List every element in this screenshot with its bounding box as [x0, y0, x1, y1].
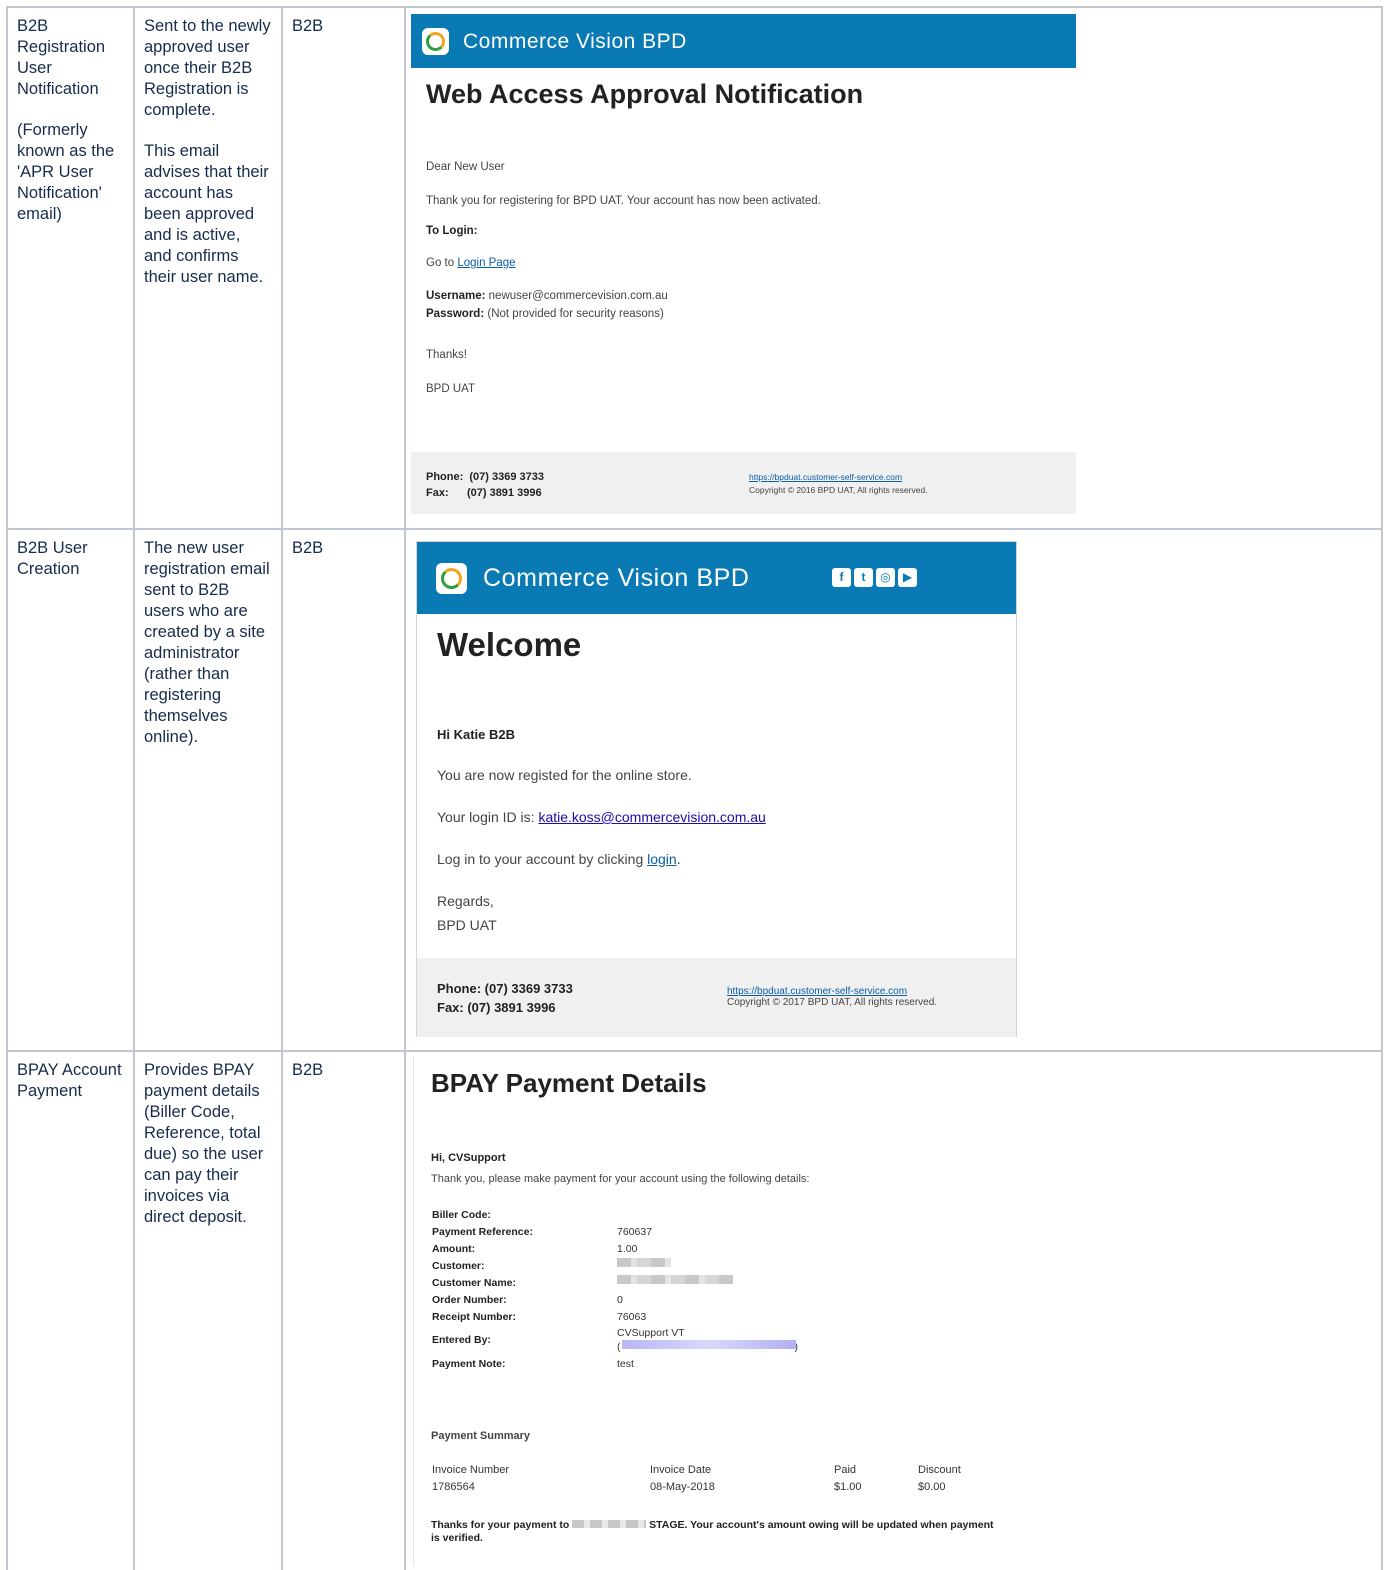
email-footer: Phone: (07) 3369 3733 Fax: (07) 3891 399…: [417, 958, 1016, 1037]
to-login-heading: To Login:: [426, 225, 478, 237]
table-row: B2B Registration User Notification (Form…: [6, 6, 1383, 530]
email-preview-cell: BPAY Payment Details Hi, CVSupport Thank…: [404, 1050, 1383, 1570]
footer-copyright: Copyright © 2017 BPD UAT, All rights res…: [727, 997, 938, 1008]
footer-phone: Phone: (07) 3369 3733: [437, 981, 573, 996]
username-value: newuser@commercevision.com.au: [488, 290, 668, 302]
username-label: Username:: [426, 290, 486, 302]
instagram-icon[interactable]: ◎: [876, 568, 895, 587]
email-templates-table: B2B Registration User Notification (Form…: [6, 6, 1383, 1570]
go-to-text: Go to: [426, 257, 455, 269]
table-cell: 1786564: [432, 1481, 475, 1493]
template-name-cell: B2B Registration User Notification (Form…: [6, 6, 135, 530]
password-row: Password: (Not provided for security rea…: [426, 304, 664, 325]
template-description: The new user registration email sent to …: [144, 539, 270, 746]
payment-summary-title: Payment Summary: [431, 1430, 531, 1442]
template-name: B2B Registration User Notification: [17, 17, 106, 98]
field-label: Entered By:: [432, 1334, 491, 1346]
login-link[interactable]: login: [647, 851, 677, 867]
redacted-value: [572, 1520, 647, 1528]
registered-line: You are now registed for the online stor…: [437, 767, 692, 783]
template-description-2: This email advises that their account ha…: [144, 142, 269, 286]
password-label: Password:: [426, 308, 485, 320]
approval-email-preview: Commerce Vision BPD Web Access Approval …: [411, 14, 1076, 514]
template-description-cell: Sent to the newly approved user once the…: [133, 6, 283, 530]
email-preview-cell: Commerce Vision BPD f t ◎ ▶ Welcome Hi K…: [404, 528, 1383, 1052]
login-id-link[interactable]: katie.koss@commercevision.com.au: [538, 809, 765, 825]
template-type: B2B: [281, 6, 406, 530]
email-intro: Thank you, please make payment for your …: [431, 1173, 810, 1185]
redacted-value: [617, 1258, 671, 1267]
login-prompt: Log in to your account by clicking: [437, 851, 644, 867]
email-preview-cell: Commerce Vision BPD Web Access Approval …: [404, 6, 1383, 530]
brand-name: Commerce Vision BPD: [483, 563, 750, 592]
twitter-icon[interactable]: t: [854, 568, 873, 587]
email-signature: BPD UAT: [426, 383, 475, 395]
login-id-label: Your login ID is:: [437, 809, 535, 825]
template-description-cell: Provides BPAY payment details (Biller Co…: [133, 1050, 283, 1570]
table-cell: $0.00: [918, 1481, 946, 1493]
email-header: Commerce Vision BPD f t ◎ ▶: [417, 542, 1016, 614]
footer-fax: Fax: (07) 3891 3996: [437, 1000, 556, 1015]
email-title: Web Access Approval Notification: [426, 79, 864, 109]
email-greeting: Dear New User: [426, 161, 505, 173]
brand-logo-icon: [436, 562, 467, 594]
template-description-cell: The new user registration email sent to …: [133, 528, 283, 1052]
footer-phone: Phone: (07) 3369 3733: [426, 471, 545, 483]
redacted-value: [622, 1340, 796, 1349]
email-greeting: Hi, CVSupport: [431, 1152, 506, 1164]
template-name-note: (Formerly known as the 'APR User Notific…: [17, 121, 115, 223]
email-signoff: Thanks!: [426, 349, 467, 361]
payment-footer-note: Thanks for your payment to STAGE. Your a…: [431, 1519, 1041, 1545]
login-page-link[interactable]: Login Page: [457, 257, 515, 269]
welcome-email-preview: Commerce Vision BPD f t ◎ ▶ Welcome Hi K…: [416, 541, 1017, 1037]
template-name: B2B User Creation: [17, 539, 88, 578]
table-cell: $1.00: [834, 1481, 862, 1493]
brand-logo-icon: [422, 27, 449, 55]
template-type: B2B: [281, 1050, 406, 1570]
template-name-cell: BPAY Account Payment: [6, 1050, 135, 1570]
template-description: Sent to the newly approved user once the…: [144, 17, 271, 119]
field-label: Payment Note:: [432, 1358, 506, 1370]
template-name-cell: B2B User Creation: [6, 528, 135, 1052]
footer-fax: Fax: (07) 3891 3996: [426, 487, 542, 499]
email-regards: Regards,: [437, 893, 494, 909]
footer-copyright: Copyright © 2016 BPD UAT, All rights res…: [749, 485, 928, 495]
bpay-email-preview: BPAY Payment Details Hi, CVSupport Thank…: [413, 1056, 1053, 1566]
field-value: 1.00: [617, 1243, 638, 1255]
login-prompt-row: Log in to your account by clicking login…: [437, 851, 681, 867]
table-cell: 08-May-2018: [650, 1481, 715, 1493]
field-value: test: [617, 1358, 634, 1370]
email-greeting: Hi Katie B2B: [437, 727, 516, 742]
footer-suffix: STAGE. Your account's amount owing will …: [649, 1519, 994, 1531]
login-instruction: Go to Login Page: [426, 253, 516, 274]
site-link[interactable]: https://bpduat.customer-self-service.com: [727, 986, 907, 997]
email-footer: Phone: (07) 3369 3733 Fax: (07) 3891 399…: [411, 452, 1076, 514]
facebook-icon[interactable]: f: [832, 568, 851, 587]
footer-line2: is verified.: [431, 1532, 483, 1544]
email-thanks-line: Thank you for registering for BPD UAT. Y…: [426, 195, 821, 207]
redacted-value: [617, 1275, 733, 1284]
field-label: Receipt Number:: [432, 1311, 517, 1323]
email-signature: BPD UAT: [437, 917, 497, 933]
youtube-icon[interactable]: ▶: [898, 568, 917, 587]
brand-name: Commerce Vision BPD: [463, 29, 687, 53]
table-row: BPAY Account Payment Provides BPAY payme…: [6, 1050, 1383, 1570]
email-header: Commerce Vision BPD: [411, 14, 1076, 68]
template-type: B2B: [281, 528, 406, 1052]
table-row: B2B User Creation The new user registrat…: [6, 528, 1383, 1052]
template-name: BPAY Account Payment: [17, 1061, 122, 1100]
login-id-row: Your login ID is: katie.koss@commercevis…: [437, 807, 766, 828]
email-title: Welcome: [437, 626, 582, 663]
password-value: (Not provided for security reasons): [487, 308, 664, 320]
footer-prefix: Thanks for your payment to: [431, 1519, 570, 1531]
template-description: Provides BPAY payment details (Biller Co…: [144, 1061, 264, 1226]
site-link[interactable]: https://bpduat.customer-self-service.com: [749, 472, 902, 482]
email-title: BPAY Payment Details: [431, 1068, 707, 1098]
social-icons: f t ◎ ▶: [832, 568, 917, 587]
